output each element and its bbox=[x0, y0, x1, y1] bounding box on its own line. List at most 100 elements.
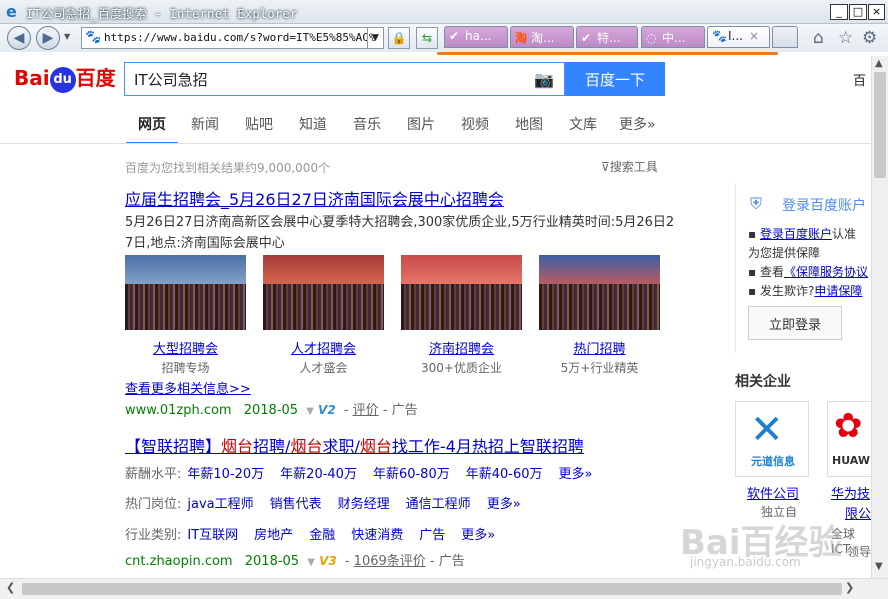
industry-link[interactable]: IT互联网 bbox=[187, 528, 238, 543]
close-button[interactable]: × bbox=[868, 4, 885, 20]
salary-link[interactable]: 年薪60-80万 bbox=[373, 467, 450, 482]
dropdown-arrow-icon[interactable]: ▼ bbox=[307, 557, 315, 568]
salary-link[interactable]: 年薪40-60万 bbox=[466, 467, 543, 482]
company-1-link[interactable]: 软件公司 bbox=[747, 483, 799, 502]
horizontal-scrollbar[interactable]: ❮ ❯ bbox=[0, 578, 888, 599]
company-1-x-icon: ✕ bbox=[750, 407, 784, 453]
company-2-link[interactable]: 华为技 bbox=[831, 483, 870, 502]
image-link-2[interactable]: 人才招聘会 bbox=[263, 338, 384, 357]
login-panel: ⛨ 登录百度账户 ▪ 登录百度账户认准 为您提供保障 ▪ 查看《保障服务协议 ▪… bbox=[735, 183, 871, 353]
maximize-button[interactable]: □ bbox=[849, 4, 867, 20]
search-button[interactable]: 百度一下 bbox=[565, 62, 665, 96]
position-link[interactable]: 财务经理 bbox=[338, 497, 390, 512]
tab-1[interactable]: ✔ ha... bbox=[444, 26, 508, 48]
result-1-desc-line2: 7日,地点:济南国际会展中心 bbox=[125, 236, 285, 251]
result-1-eval[interactable]: 评价 bbox=[353, 403, 379, 418]
result-1-image-3[interactable] bbox=[401, 255, 522, 330]
industry-link[interactable]: 金融 bbox=[309, 528, 335, 543]
horizontal-scroll-thumb[interactable] bbox=[22, 583, 842, 595]
image-link-1[interactable]: 大型招聘会 bbox=[125, 338, 246, 357]
search-input[interactable] bbox=[125, 63, 515, 95]
salary-label: 薪酬水平: bbox=[125, 467, 182, 482]
company-1-logo-text: 元道信息 bbox=[751, 455, 795, 468]
tab-label: ha... bbox=[465, 29, 492, 43]
image-link-4[interactable]: 热门招聘 bbox=[539, 338, 660, 357]
industry-link[interactable]: 房地产 bbox=[254, 528, 293, 543]
result-1-title[interactable]: 应届生招聘会_5月26日27日济南国际会展中心招聘会 bbox=[125, 186, 504, 210]
login-button[interactable]: 立即登录 bbox=[748, 306, 842, 340]
vertical-scrollbar[interactable]: ▲ ▼ bbox=[871, 56, 888, 578]
more-info-link[interactable]: 查看更多相关信息>> bbox=[125, 378, 251, 397]
back-icon[interactable]: ◀ bbox=[7, 26, 31, 50]
industry-more-link[interactable]: 更多» bbox=[461, 528, 495, 543]
tab-more[interactable]: 更多» bbox=[619, 114, 656, 134]
tab-tieba[interactable]: 贴吧 bbox=[245, 114, 273, 134]
industry-link[interactable]: 广告 bbox=[419, 528, 445, 543]
vertical-scroll-thumb[interactable] bbox=[874, 72, 886, 178]
result-1-url[interactable]: www.01zph.com bbox=[125, 403, 232, 418]
scroll-right-icon[interactable]: ❯ bbox=[845, 581, 854, 594]
favorites-star-icon[interactable]: ☆ bbox=[838, 28, 853, 48]
position-more-link[interactable]: 更多» bbox=[487, 497, 521, 512]
result-2-link[interactable]: 【智联招聘】烟台招聘/烟台求职/烟台找工作-4月热招上智联招聘 bbox=[125, 437, 584, 456]
result-2-url[interactable]: cnt.zhaopin.com bbox=[125, 554, 233, 569]
tab-3[interactable]: ✔ 特... bbox=[576, 26, 638, 48]
position-link[interactable]: 通信工程师 bbox=[406, 497, 471, 512]
result-1-image-1[interactable] bbox=[125, 255, 246, 330]
tab-video[interactable]: 视频 bbox=[461, 114, 489, 134]
baidu-logo[interactable]: Bai du 百度 bbox=[14, 62, 116, 98]
login-title[interactable]: 登录百度账户 bbox=[782, 195, 866, 215]
scroll-left-icon[interactable]: ❮ bbox=[6, 581, 15, 594]
search-tools[interactable]: ⊽搜索工具 bbox=[601, 158, 658, 175]
result-1-link[interactable]: 应届生招聘会_5月26日27日济南国际会展中心招聘会 bbox=[125, 190, 504, 209]
salary-link[interactable]: 年薪20-40万 bbox=[280, 467, 357, 482]
position-link[interactable]: 销售代表 bbox=[270, 497, 322, 512]
industry-link[interactable]: 快速消费 bbox=[351, 528, 403, 543]
tab-music[interactable]: 音乐 bbox=[353, 114, 381, 134]
position-link[interactable]: java工程师 bbox=[187, 497, 253, 512]
top-right-link[interactable]: 百 bbox=[853, 70, 866, 89]
lock-icon[interactable]: 🔒 bbox=[388, 27, 410, 49]
company-2-logo[interactable]: ✿ HUAW bbox=[827, 401, 871, 477]
dropdown-arrow-icon[interactable]: ▼ bbox=[306, 406, 314, 417]
tab-2[interactable]: 淘淘... bbox=[510, 26, 574, 48]
result-1-image-4[interactable] bbox=[539, 255, 660, 330]
tab-map[interactable]: 地图 bbox=[515, 114, 543, 134]
tab-zhidao[interactable]: 知道 bbox=[299, 114, 327, 134]
divider bbox=[0, 143, 871, 144]
tab-images[interactable]: 图片 bbox=[407, 114, 435, 134]
tab-4[interactable]: ◌ 中... bbox=[641, 26, 705, 48]
address-dropdown-icon[interactable]: ▼ bbox=[367, 28, 383, 48]
protocol-link[interactable]: 《保障服务协议 bbox=[784, 265, 868, 279]
settings-gear-icon[interactable]: ⚙ bbox=[862, 28, 877, 48]
image-link-3[interactable]: 济南招聘会 bbox=[401, 338, 522, 357]
result-1-image-2[interactable] bbox=[263, 255, 384, 330]
tab-news[interactable]: 新闻 bbox=[191, 114, 219, 134]
login-link[interactable]: 登录百度账户 bbox=[760, 227, 832, 241]
claim-link[interactable]: 申请保障 bbox=[814, 284, 862, 298]
tab-5-active[interactable]: 🐾I... × bbox=[707, 26, 770, 48]
company-2-link-cont[interactable]: 限公 bbox=[845, 503, 871, 522]
tab-close-icon[interactable]: × bbox=[749, 29, 759, 43]
company-1-logo[interactable]: ✕ 元道信息 bbox=[735, 401, 809, 477]
more-info-text[interactable]: 查看更多相关信息>> bbox=[125, 382, 251, 397]
tab-web[interactable]: 网页 bbox=[126, 114, 178, 144]
tab-wenku[interactable]: 文库 bbox=[569, 114, 597, 134]
forward-icon[interactable]: ▶ bbox=[36, 26, 60, 50]
salary-link[interactable]: 年薪10-20万 bbox=[187, 467, 264, 482]
v2-badge[interactable]: V2 bbox=[318, 403, 336, 417]
scroll-down-icon[interactable]: ▼ bbox=[875, 561, 883, 572]
history-dropdown-icon[interactable]: ▼ bbox=[64, 32, 70, 41]
salary-more-link[interactable]: 更多» bbox=[559, 467, 593, 482]
camera-icon[interactable]: 📷 bbox=[534, 70, 554, 89]
home-icon[interactable]: ⌂ bbox=[813, 28, 824, 48]
address-bar[interactable]: 🐾 https://www.baidu.com/s?word=IT%E5%85%… bbox=[81, 27, 384, 49]
new-tab-button[interactable] bbox=[772, 26, 798, 48]
web-page: Baidu百度 📷 百度一下 百 网页 新闻 贴吧 知道 音乐 图片 视频 地图… bbox=[0, 56, 871, 578]
refresh-icon[interactable]: ⇆ bbox=[416, 27, 438, 49]
v3-badge[interactable]: V3 bbox=[319, 554, 337, 568]
scroll-up-icon[interactable]: ▲ bbox=[875, 58, 883, 69]
result-2-eval[interactable]: 1069条评价 bbox=[354, 554, 426, 569]
minimize-button[interactable]: _ bbox=[830, 4, 848, 20]
result-2-title[interactable]: 【智联招聘】烟台招聘/烟台求职/烟台找工作-4月热招上智联招聘 bbox=[125, 433, 584, 457]
